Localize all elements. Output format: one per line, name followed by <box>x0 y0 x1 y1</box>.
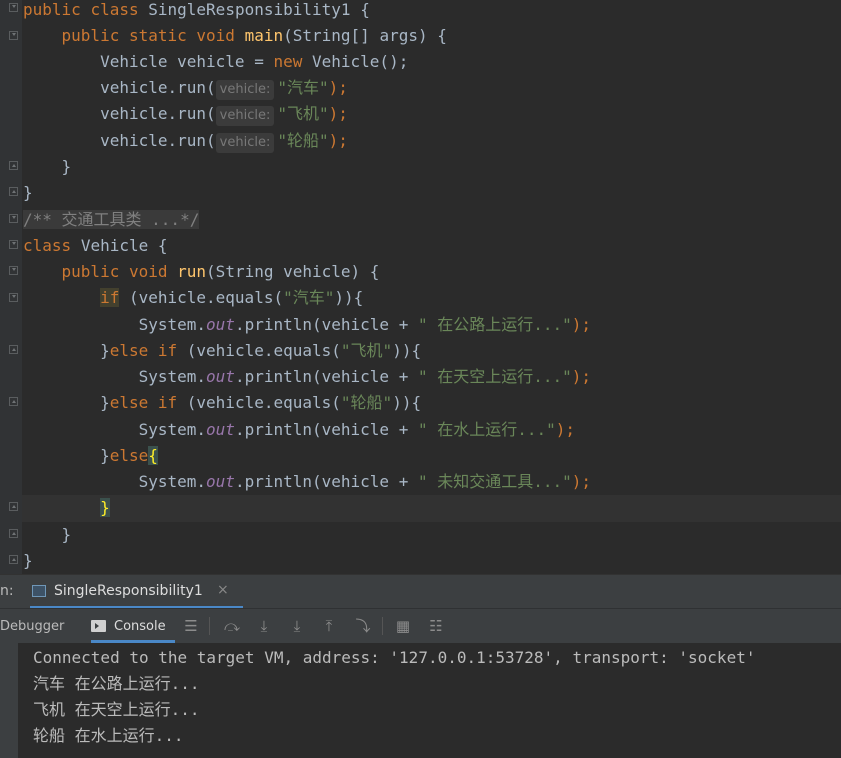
fold-marker-icon[interactable] <box>9 31 18 40</box>
code-line[interactable]: } <box>23 522 72 548</box>
code-line[interactable]: vehicle.run(vehicle: "汽车"); <box>23 75 348 101</box>
fold-marker-icon[interactable] <box>9 187 18 196</box>
fold-marker-icon[interactable] <box>9 397 18 406</box>
step-into-icon[interactable]: ⤓ <box>285 609 309 643</box>
fold-marker-icon[interactable] <box>9 214 18 223</box>
class-name: SingleResponsibility1 <box>148 0 351 19</box>
console-line: 飞机 在天空上运行... <box>33 700 200 719</box>
run-panel-label: n: <box>0 583 14 599</box>
toolbar-divider <box>209 617 210 635</box>
code-line[interactable]: if (vehicle.equals("汽车")){ <box>23 285 363 311</box>
trace-icon[interactable]: ☷ <box>424 609 448 643</box>
tab-console[interactable]: Console <box>91 609 175 643</box>
run-panel-tabbar: n: SingleResponsibility1 × <box>0 574 841 609</box>
code-line[interactable]: }else if (vehicle.equals("飞机")){ <box>23 338 421 364</box>
fold-marker-icon[interactable] <box>9 345 18 354</box>
code-line[interactable]: }else{ <box>23 443 158 469</box>
console-line: 汽车 在公路上运行... <box>33 674 200 693</box>
code-line[interactable]: } <box>23 154 72 180</box>
code-line[interactable]: public static void main(String[] args) { <box>23 23 447 49</box>
code-line[interactable]: } <box>23 548 33 574</box>
console-side-toolbar <box>0 643 18 758</box>
debug-toolbar: Debugger Console ☰ ⤼ ⤓ ⤓ ⤒ ⤵ ▦ ☷ <box>0 608 841 644</box>
run-config-tab[interactable]: SingleResponsibility1 × <box>30 575 243 609</box>
code-line[interactable]: Vehicle vehicle = new Vehicle(); <box>23 49 408 75</box>
fold-marker-icon[interactable] <box>9 161 18 170</box>
code-line[interactable]: System.out.println(vehicle + " 在公路上运行...… <box>23 312 591 338</box>
step-over-icon[interactable]: ⤓ <box>252 609 276 643</box>
code-line[interactable]: vehicle.run(vehicle: "飞机"); <box>23 101 348 127</box>
toolbar-divider <box>382 617 383 635</box>
show-execution-point-icon[interactable]: ⤼ <box>220 609 244 643</box>
code-line[interactable]: System.out.println(vehicle + " 在天空上运行...… <box>23 364 591 390</box>
code-line[interactable]: class Vehicle { <box>23 233 168 259</box>
console-output[interactable]: Connected to the target VM, address: '12… <box>0 643 841 758</box>
matched-brace: } <box>100 498 110 517</box>
code-line[interactable]: System.out.println(vehicle + " 未知交通工具...… <box>23 469 591 495</box>
code-line[interactable]: System.out.println(vehicle + " 在水上运行..."… <box>23 417 575 443</box>
collapsed-comment[interactable]: /** 交通工具类 ...*/ <box>23 210 200 229</box>
code-line[interactable]: /** 交通工具类 ...*/ <box>23 207 200 233</box>
code-line[interactable]: }else if (vehicle.equals("轮船")){ <box>23 390 421 416</box>
fold-marker-icon[interactable] <box>9 3 18 12</box>
code-line[interactable]: } <box>23 180 33 206</box>
param-hint: vehicle: <box>215 106 275 126</box>
param-hint: vehicle: <box>215 133 275 153</box>
app-window-icon <box>32 585 46 597</box>
console-line: Connected to the target VM, address: '12… <box>33 648 756 667</box>
code-editor[interactable]: public class SingleResponsibility1 { pub… <box>0 0 841 574</box>
fold-marker-icon[interactable] <box>9 240 18 249</box>
code-line[interactable]: } <box>23 495 110 521</box>
code-line[interactable]: public void run(String vehicle) { <box>23 259 380 285</box>
code-line[interactable]: public class SingleResponsibility1 { <box>23 0 370 23</box>
console-line: 轮船 在水上运行... <box>33 726 184 745</box>
fold-marker-icon[interactable] <box>9 555 18 564</box>
current-line-highlight <box>22 495 841 522</box>
fold-marker-icon[interactable] <box>9 502 18 511</box>
menu-icon[interactable]: ☰ <box>179 609 203 643</box>
tab-debugger[interactable]: Debugger <box>0 619 64 634</box>
matched-brace: { <box>148 446 158 465</box>
code-line[interactable]: vehicle.run(vehicle: "轮船"); <box>23 128 348 154</box>
console-icon <box>91 620 106 632</box>
fold-marker-icon[interactable] <box>9 529 18 538</box>
step-out-icon[interactable]: ⤒ <box>317 609 341 643</box>
fold-marker-icon[interactable] <box>9 266 18 275</box>
evaluate-expression-icon[interactable]: ▦ <box>391 609 415 643</box>
close-icon[interactable]: × <box>217 582 229 598</box>
fold-marker-icon[interactable] <box>9 293 18 302</box>
run-config-tab-name: SingleResponsibility1 <box>54 583 203 599</box>
editor-gutter <box>0 0 22 574</box>
run-to-cursor-icon[interactable]: ⤵ <box>351 609 375 643</box>
param-hint: vehicle: <box>215 80 275 100</box>
